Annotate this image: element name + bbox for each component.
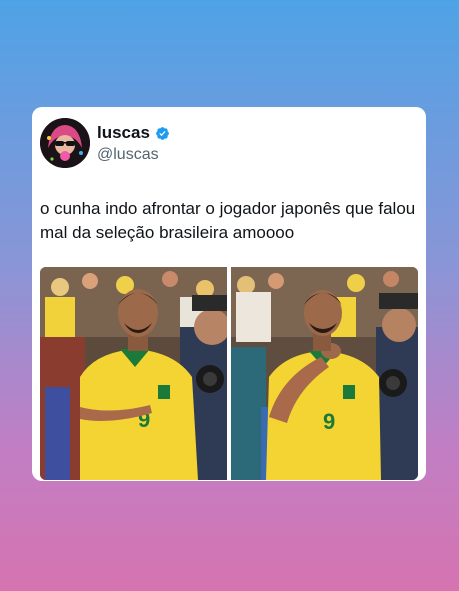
tweet-card[interactable]: luscas @luscas o cunha indo afrontar o j… xyxy=(32,107,426,481)
tweet-text: o cunha indo afrontar o jogador japonês … xyxy=(40,199,416,242)
avatar-image xyxy=(40,118,90,168)
player-photo-left[interactable]: 9 xyxy=(40,267,227,480)
svg-text:9: 9 xyxy=(323,409,335,434)
player-photo-right[interactable]: 9 xyxy=(231,267,418,480)
author-name-row: luscas xyxy=(97,123,170,143)
verified-badge-icon xyxy=(155,126,170,141)
author-handle[interactable]: @luscas xyxy=(97,145,159,165)
avatar[interactable] xyxy=(40,118,90,168)
display-name[interactable]: luscas xyxy=(97,123,150,143)
tweet-media[interactable]: 9 9 xyxy=(40,267,418,480)
